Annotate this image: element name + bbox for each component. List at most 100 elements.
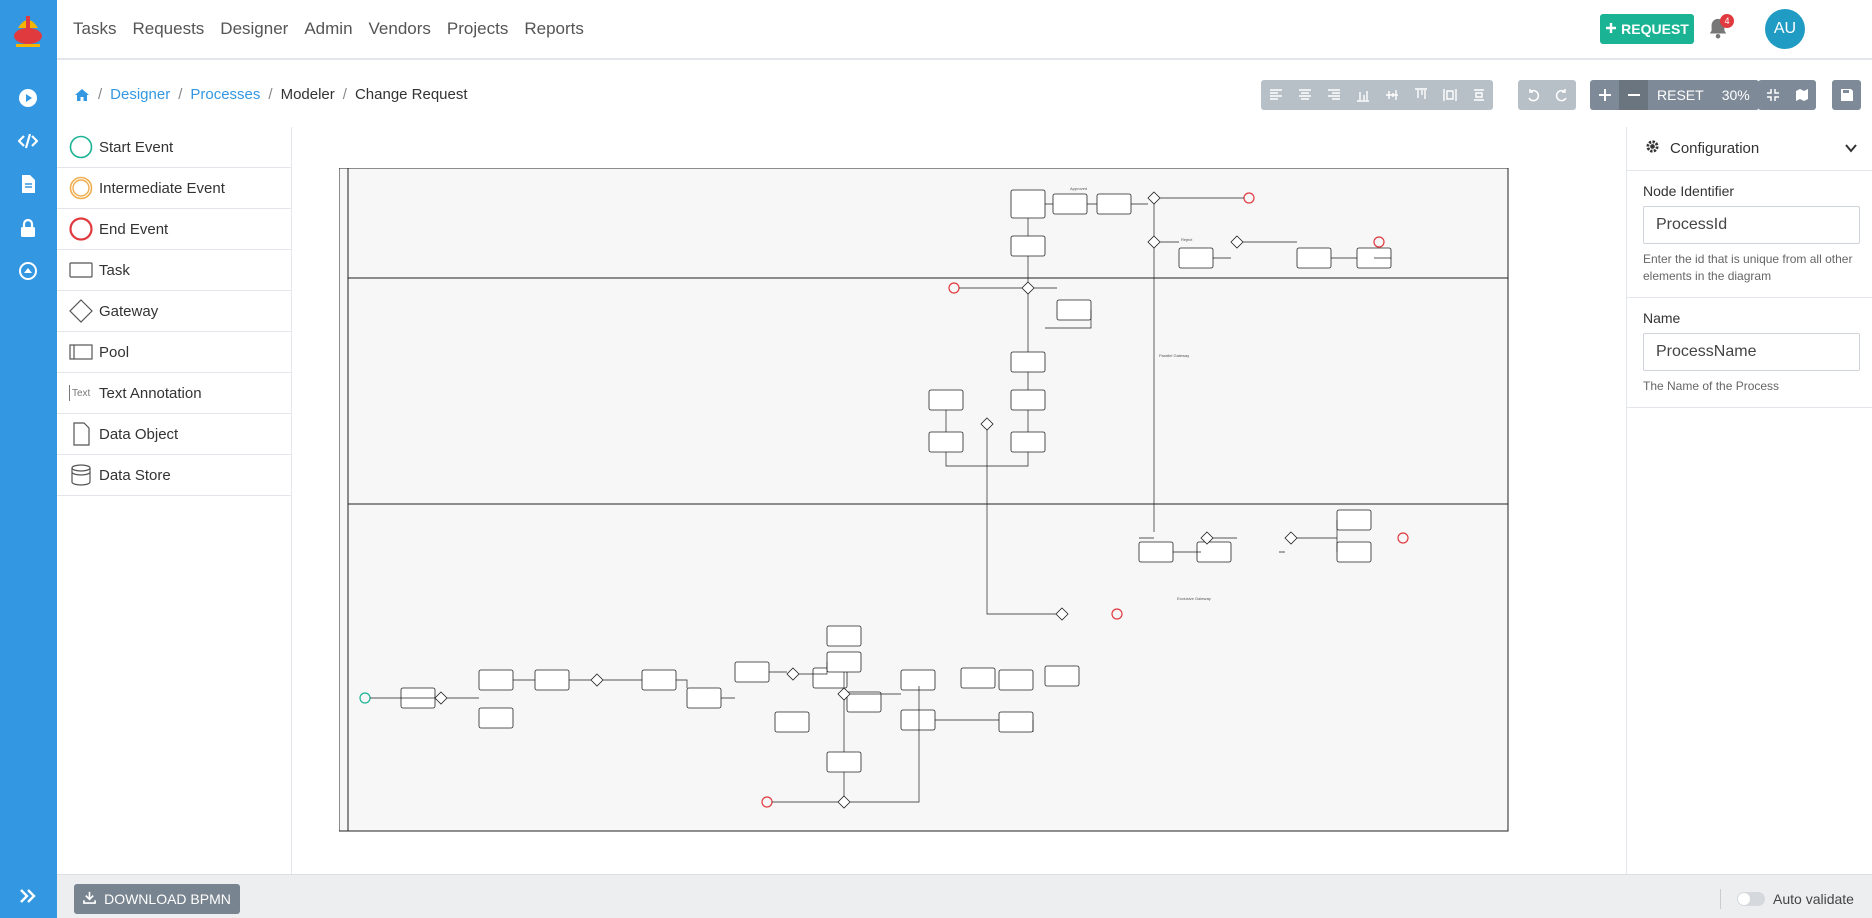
svg-text:Parallel Gateway: Parallel Gateway xyxy=(1159,353,1189,358)
name-field-group: Name ProcessName The Name of the Process xyxy=(1627,298,1872,408)
reset-zoom-button[interactable]: RESET xyxy=(1648,80,1713,110)
align-middle-icon[interactable] xyxy=(1377,80,1406,110)
upload-circle-icon[interactable] xyxy=(16,259,40,283)
save-icon[interactable] xyxy=(1832,80,1861,110)
align-center-icon[interactable] xyxy=(1290,80,1319,110)
nav-requests[interactable]: Requests xyxy=(132,19,204,39)
name-help: The Name of the Process xyxy=(1643,379,1780,393)
node-identifier-field-group: Node Identifier ProcessId Enter the id t… xyxy=(1627,171,1872,298)
zoom-out-icon[interactable] xyxy=(1619,80,1648,110)
view-toolbar xyxy=(1758,80,1816,110)
nav-reports[interactable]: Reports xyxy=(524,19,584,39)
breadcrumb-current: Change Request xyxy=(354,86,468,103)
zoom-in-icon[interactable] xyxy=(1590,80,1619,110)
distribute-vertical-icon[interactable] xyxy=(1464,80,1493,110)
align-left-icon[interactable] xyxy=(1261,80,1290,110)
nav-tasks[interactable]: Tasks xyxy=(73,19,116,39)
name-label: Name xyxy=(1643,310,1681,326)
align-top-icon[interactable] xyxy=(1406,80,1435,110)
nav-projects[interactable]: Projects xyxy=(447,19,508,39)
palette-data-object[interactable]: Data Object xyxy=(57,414,291,455)
end-event-icon xyxy=(69,217,93,241)
palette-label: Intermediate Event xyxy=(99,179,225,197)
map-icon[interactable] xyxy=(1787,80,1816,110)
zoom-toolbar: RESET 30% xyxy=(1590,80,1759,110)
intermediate-event-icon xyxy=(69,176,93,200)
palette-end-event[interactable]: End Event xyxy=(57,209,291,250)
redo-icon[interactable] xyxy=(1547,80,1576,110)
nav-vendors[interactable]: Vendors xyxy=(369,19,431,39)
plus-icon xyxy=(1605,21,1617,37)
align-right-icon[interactable] xyxy=(1319,80,1348,110)
text-annotation-icon: Text xyxy=(69,385,93,401)
data-store-icon xyxy=(69,463,93,487)
palette-pool[interactable]: Pool xyxy=(57,332,291,373)
palette-intermediate-event[interactable]: Intermediate Event xyxy=(57,168,291,209)
code-icon[interactable] xyxy=(16,129,40,153)
gateway-icon xyxy=(69,299,93,323)
palette-label: End Event xyxy=(99,220,169,238)
request-label: REQUEST xyxy=(1621,21,1689,37)
palette-label: Start Event xyxy=(99,138,174,156)
app-logo[interactable] xyxy=(10,10,46,52)
fullscreen-icon[interactable] xyxy=(1758,80,1787,110)
modeler-canvas[interactable]: Approved Reject Parallel Gateway Exclusi… xyxy=(293,127,1626,874)
document-icon[interactable] xyxy=(16,172,40,196)
palette-start-event[interactable]: Start Event xyxy=(57,127,291,168)
configuration-title: Configuration xyxy=(1670,140,1760,157)
palette-gateway[interactable]: Gateway xyxy=(57,291,291,332)
properties-panel: Configuration Node Identifier ProcessId … xyxy=(1626,127,1872,874)
lock-icon[interactable] xyxy=(16,216,40,240)
home-icon[interactable] xyxy=(74,87,90,103)
auto-validate-toggle[interactable] xyxy=(1737,892,1765,906)
divider xyxy=(1720,889,1721,909)
left-rail xyxy=(0,0,57,918)
palette-label: Pool xyxy=(99,343,130,361)
bpmn-diagram[interactable]: Approved Reject Parallel Gateway Exclusi… xyxy=(339,168,1509,832)
zoom-level: 30% xyxy=(1721,87,1750,103)
node-identifier-input[interactable]: ProcessId xyxy=(1643,206,1860,244)
node-identifier-help: Enter the id that is unique from all oth… xyxy=(1643,252,1853,283)
breadcrumb-modeler: Modeler xyxy=(280,86,335,103)
palette-data-store[interactable]: Data Store xyxy=(57,455,291,496)
palette-text-annotation[interactable]: Text Text Annotation xyxy=(57,373,291,414)
palette-task[interactable]: Task xyxy=(57,250,291,291)
expand-sidebar-icon[interactable] xyxy=(16,884,40,908)
download-bpmn-button[interactable]: DOWNLOAD BPMN xyxy=(74,884,240,914)
breadcrumb-separator: / xyxy=(178,86,183,103)
palette-label: Data Store xyxy=(99,466,171,484)
palette-label: Text Annotation xyxy=(99,384,202,402)
svg-text:Approved: Approved xyxy=(1070,186,1087,191)
palette-label: Task xyxy=(99,261,130,279)
gear-icon xyxy=(1645,139,1660,158)
main-menu: Tasks Requests Designer Admin Vendors Pr… xyxy=(73,19,584,39)
name-input[interactable]: ProcessName xyxy=(1643,333,1860,371)
notification-badge: 4 xyxy=(1720,14,1734,28)
download-icon xyxy=(83,891,97,907)
nav-admin[interactable]: Admin xyxy=(304,19,352,39)
nav-designer[interactable]: Designer xyxy=(220,19,288,39)
auto-validate-label: Auto validate xyxy=(1773,891,1854,907)
breadcrumb-designer[interactable]: Designer xyxy=(110,86,170,103)
configuration-header[interactable]: Configuration xyxy=(1627,127,1872,171)
play-circle-icon[interactable] xyxy=(16,86,40,110)
pool-icon xyxy=(69,340,93,364)
chevron-down-icon[interactable] xyxy=(1844,141,1858,155)
user-avatar[interactable]: AU xyxy=(1765,9,1805,49)
svg-text:Exclusive Gateway: Exclusive Gateway xyxy=(1177,596,1211,601)
undo-icon[interactable] xyxy=(1518,80,1547,110)
align-bottom-icon[interactable] xyxy=(1348,80,1377,110)
history-toolbar xyxy=(1518,80,1576,110)
distribute-horizontal-icon[interactable] xyxy=(1435,80,1464,110)
svg-text:Reject: Reject xyxy=(1181,237,1193,242)
node-identifier-label: Node Identifier xyxy=(1643,183,1735,199)
palette-label: Gateway xyxy=(99,302,159,320)
element-palette: Start Event Intermediate Event End Event… xyxy=(57,127,292,874)
data-object-icon xyxy=(69,422,93,446)
align-toolbar xyxy=(1261,80,1493,110)
task-icon xyxy=(69,258,93,282)
start-event-icon xyxy=(69,135,93,159)
footer-bar: DOWNLOAD BPMN Auto validate xyxy=(57,874,1872,918)
breadcrumb-processes[interactable]: Processes xyxy=(190,86,260,103)
new-request-button[interactable]: REQUEST xyxy=(1600,14,1694,44)
